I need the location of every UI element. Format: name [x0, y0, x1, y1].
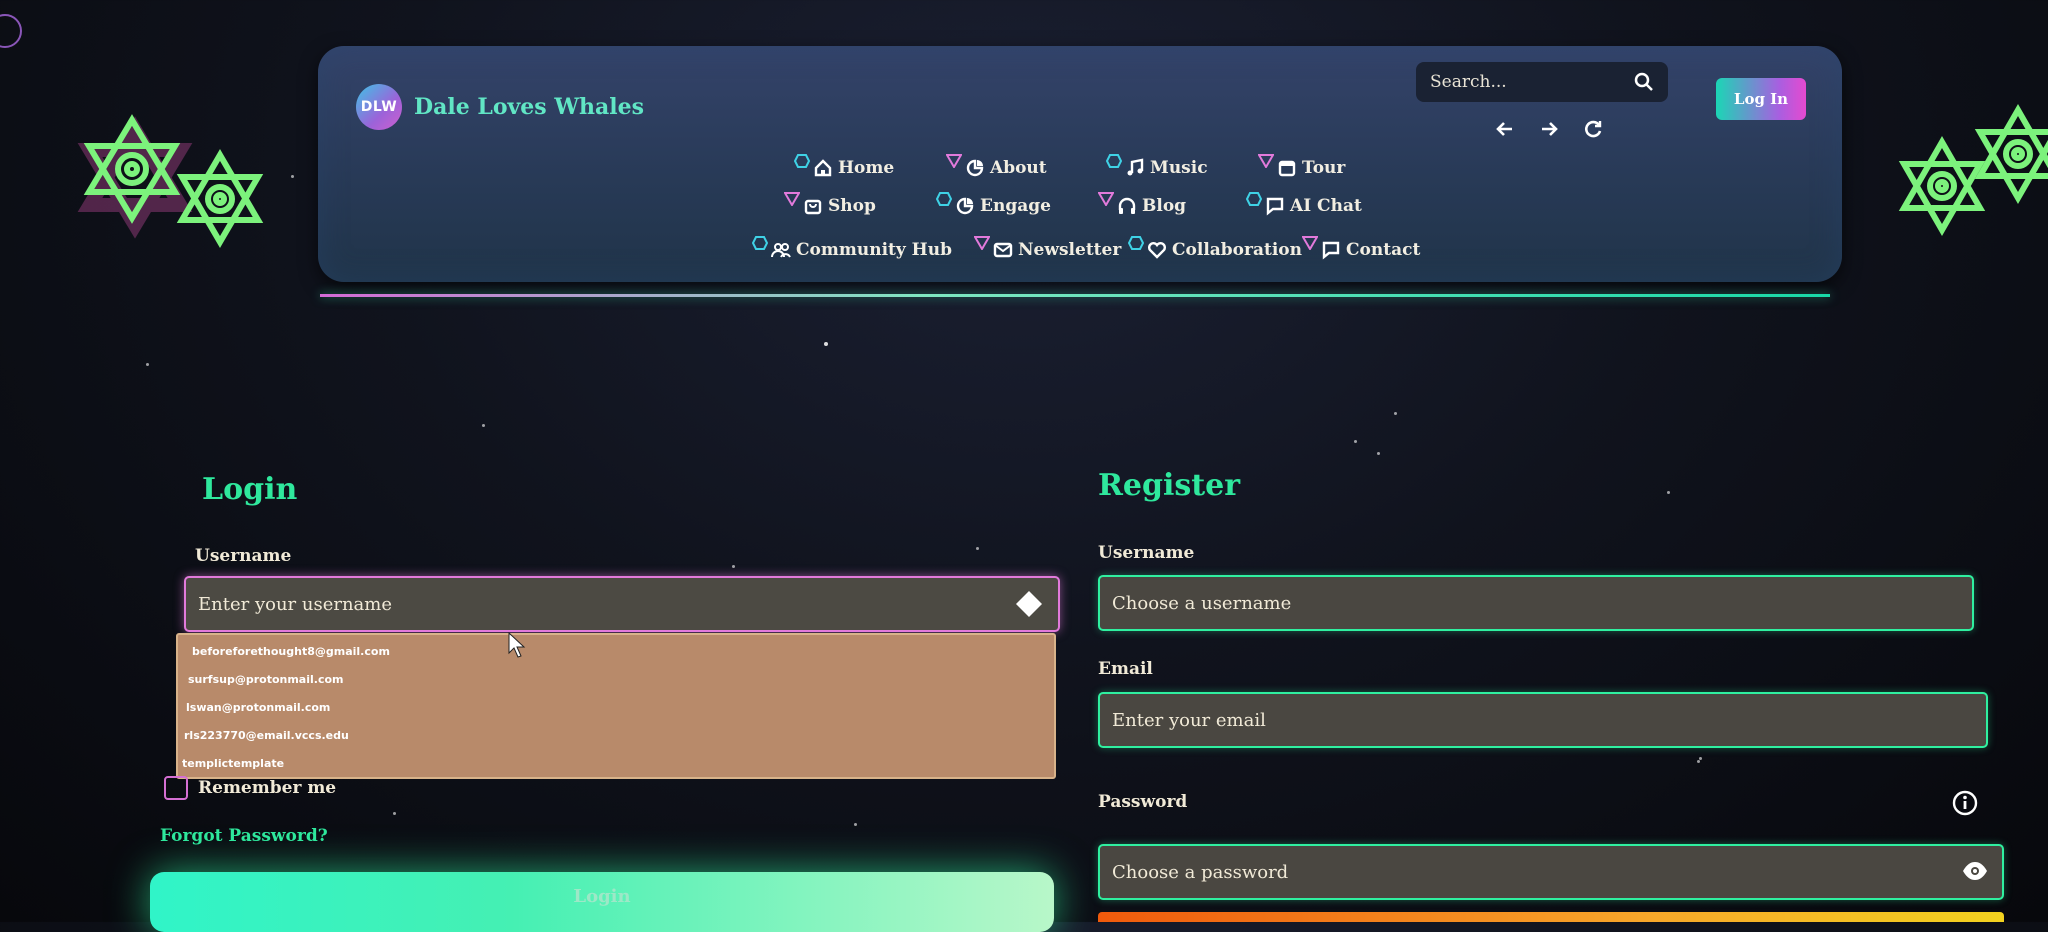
eye-icon[interactable] [1962, 860, 1988, 886]
nav-item-label: AI Chat [1290, 196, 1362, 216]
nav-item-collaboration[interactable]: Collaboration [1128, 236, 1303, 260]
nav-item-contact[interactable]: Contact [1302, 236, 1421, 260]
nav-item-community-hub[interactable]: Community Hub [752, 236, 952, 260]
header-divider [320, 294, 1830, 297]
register-password-input[interactable] [1100, 860, 1836, 884]
register-password-label: Password [1098, 792, 1188, 812]
nav-item-music[interactable]: Music [1106, 154, 1208, 178]
autocomplete-option[interactable]: surfsup@protonmail.com [188, 673, 344, 686]
hexagon-decoration-icon [752, 236, 768, 250]
hexagon-decoration-icon [794, 154, 810, 168]
register-password-field [1098, 844, 2004, 900]
login-submit-button[interactable]: Login [150, 872, 1054, 932]
login-username-label: Username [195, 546, 292, 566]
login-title: Login [202, 472, 298, 507]
remember-me: Remember me [164, 776, 336, 800]
hexagon-decoration-icon [1128, 236, 1144, 250]
header-login-button[interactable]: Log In [1716, 78, 1806, 120]
nav-item-engage[interactable]: Engage [936, 192, 1051, 216]
right-hexagram-decoration [1880, 102, 2048, 242]
register-title: Register [1098, 468, 1241, 503]
nav-item-label: Engage [980, 196, 1051, 216]
nav-item-about[interactable]: About [946, 154, 1047, 178]
envelope-icon [993, 242, 1013, 258]
back-arrow-icon[interactable] [1494, 118, 1516, 140]
nav-item-blog[interactable]: Blog [1098, 192, 1187, 216]
forgot-password-link[interactable]: Forgot Password? [160, 826, 328, 846]
nav-item-label: Contact [1346, 240, 1421, 260]
users-icon [771, 243, 791, 258]
search-icon[interactable] [1634, 72, 1654, 96]
nav-item-label: Community Hub [796, 240, 952, 260]
autocomplete-option[interactable]: beforeforethought8@gmail.com [192, 645, 390, 658]
nav-item-label: Shop [828, 196, 876, 216]
site-title: Dale Loves Whales [414, 94, 645, 120]
search-bar [1416, 62, 1668, 102]
triangle-decoration-icon [1302, 236, 1318, 250]
remember-me-checkbox[interactable] [164, 776, 188, 800]
autocomplete-dropdown: beforeforethought8@gmail.com surfsup@pro… [176, 633, 1056, 779]
autocomplete-option[interactable]: templictemplate [182, 757, 284, 770]
triangle-decoration-icon [1098, 192, 1114, 206]
calendar-icon [1278, 160, 1296, 177]
nav-item-label: About [990, 158, 1047, 178]
nav-item-home[interactable]: Home [794, 154, 895, 178]
home-icon [814, 159, 832, 177]
hexagon-decoration-icon [936, 192, 952, 206]
mouse-cursor-icon [508, 631, 526, 662]
autocomplete-option[interactable]: lswan@protonmail.com [186, 701, 330, 714]
about-icon [966, 159, 984, 177]
forward-arrow-icon[interactable] [1538, 118, 1560, 140]
headphones-icon [1118, 197, 1136, 214]
register-submit-button[interactable] [1098, 912, 2004, 922]
register-email-field [1098, 692, 1988, 748]
nav-item-newsletter[interactable]: Newsletter [974, 236, 1122, 260]
nav-item-label: Tour [1302, 158, 1346, 178]
chat-icon [1322, 241, 1340, 260]
site-logo[interactable]: DLW Dale Loves Whales [356, 84, 644, 130]
nav-item-label: Newsletter [1018, 240, 1122, 260]
left-hexagram-decoration [60, 110, 280, 250]
register-username-field [1098, 575, 1974, 631]
corner-ring-decoration [0, 14, 22, 48]
login-username-field [184, 576, 1060, 632]
register-username-label: Username [1098, 543, 1195, 563]
nav-item-label: Home [838, 158, 895, 178]
nav-item-label: Music [1150, 158, 1208, 178]
hexagon-decoration-icon [1246, 192, 1262, 206]
nav-item-shop[interactable]: Shop [784, 192, 876, 216]
nav-item-tour[interactable]: Tour [1258, 154, 1346, 178]
engage-icon [956, 197, 974, 215]
register-email-label: Email [1098, 659, 1153, 679]
hexagon-decoration-icon [1106, 154, 1122, 168]
triangle-decoration-icon [974, 236, 990, 250]
nav-item-ai-chat[interactable]: AI Chat [1246, 192, 1362, 216]
login-username-input[interactable] [186, 592, 898, 616]
autocomplete-option[interactable]: rls223770@email.vccs.edu [184, 729, 349, 742]
nav-item-label: Collaboration [1172, 240, 1303, 260]
nav-item-label: Blog [1142, 196, 1187, 216]
triangle-decoration-icon [946, 154, 962, 168]
triangle-decoration-icon [1258, 154, 1274, 168]
chat-icon [1266, 197, 1284, 216]
autofill-diamond-icon[interactable] [1014, 589, 1044, 623]
heart-icon [1148, 242, 1166, 259]
music-icon [1127, 158, 1144, 176]
register-email-input[interactable] [1100, 708, 1823, 732]
register-username-input[interactable] [1100, 591, 1812, 615]
shopping-bag-icon [804, 199, 822, 215]
refresh-icon[interactable] [1582, 118, 1604, 140]
info-icon[interactable] [1952, 790, 1978, 820]
logo-badge: DLW [356, 84, 402, 130]
search-input[interactable] [1416, 71, 1622, 93]
triangle-decoration-icon [784, 192, 800, 206]
remember-me-label: Remember me [198, 778, 337, 798]
